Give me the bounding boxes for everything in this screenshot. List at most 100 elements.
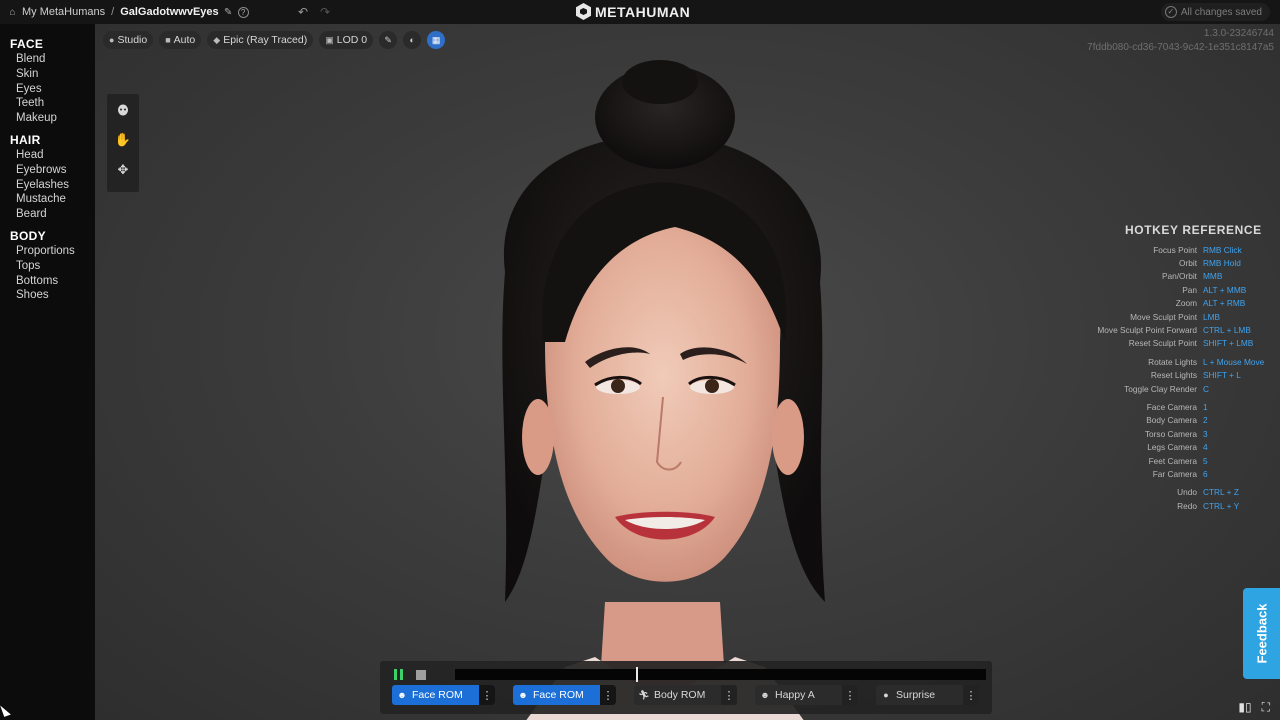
stop-button[interactable] — [416, 669, 426, 680]
timeline-scrubber[interactable] — [455, 667, 986, 682]
breadcrumb-root-link[interactable]: My MetaHumans — [22, 6, 105, 18]
more-options-icon[interactable]: ⋮ — [842, 685, 858, 705]
sidebar-item-tops[interactable]: Tops — [0, 259, 95, 274]
guid-text: 7fddb080-cd36-7043-9c42-1e351c8147a5 — [1087, 42, 1274, 53]
playhead[interactable] — [636, 667, 638, 682]
sidebar-item-shoes[interactable]: Shoes — [0, 288, 95, 303]
breadcrumb-separator: / — [111, 6, 115, 18]
hotkey-binding: CTRL + Z — [1203, 487, 1239, 498]
sidebar-item-bottoms[interactable]: Bottoms — [0, 274, 95, 289]
hotkey-action: Legs Camera — [1147, 442, 1197, 453]
animation-clip-body-rom[interactable]: 🏃︎ Body ROM ⋮ — [634, 685, 737, 705]
camera-dropdown[interactable]: ■ Auto — [159, 31, 202, 49]
animation-clip-happy-a[interactable]: ☻ Happy A ⋮ — [755, 685, 858, 705]
animation-clip-face-rom[interactable]: ☻ Face ROM ⋮ — [392, 685, 495, 705]
help-icon[interactable]: ? — [237, 6, 249, 18]
quality-dropdown[interactable]: ◆ Epic (Ray Traced) — [207, 31, 314, 49]
hotkey-binding: CTRL + LMB — [1203, 325, 1251, 336]
face-icon: ☻ — [397, 690, 407, 700]
playback-controls — [392, 668, 426, 681]
hotkey-row: Move Sculpt Point Forward CTRL + LMB — [1085, 323, 1280, 336]
hotkey-action: Rotate Lights — [1148, 356, 1197, 367]
checkmark-icon: ✓ — [1164, 6, 1177, 18]
home-icon[interactable]: ⌂ — [7, 7, 18, 18]
camera-label: Auto — [173, 34, 196, 46]
redo-icon[interactable]: ↷ — [320, 5, 330, 19]
feedback-tab[interactable]: Feedback — [1243, 588, 1280, 679]
hotkey-action: Reset Lights — [1150, 370, 1197, 381]
hotkey-row: Pan ALT + MMB — [1085, 283, 1280, 296]
sidebar-item-eyebrows[interactable]: Eyebrows — [0, 163, 95, 178]
fullscreen-icon[interactable]: ⛶ — [1262, 700, 1270, 715]
diamond-icon: ◆ — [213, 34, 221, 45]
sidebar-item-makeup[interactable]: Makeup — [0, 111, 95, 126]
lighting-dropdown[interactable]: ● Studio — [103, 31, 154, 49]
more-options-icon[interactable]: ⋮ — [479, 685, 495, 705]
brush-tool-button[interactable]: ✎ — [379, 31, 398, 49]
sidebar-item-eyelashes[interactable]: Eyelashes — [0, 178, 95, 193]
hotkey-action: Focus Point — [1153, 244, 1197, 255]
hotkey-row: Orbit RMB Hold — [1085, 256, 1280, 269]
animation-clip-label: Surprise — [896, 689, 936, 701]
edit-name-icon[interactable]: ✎ — [223, 7, 234, 18]
sidebar-item-blend[interactable]: Blend — [0, 52, 95, 67]
hotkey-binding: C — [1203, 383, 1209, 394]
animation-clip-list: ☻ Face ROM ⋮ ☻ Face ROM ⋮ 🏃︎ Body ROM ⋮ ☻ Happy A ⋮… — [392, 685, 979, 705]
face-tool-icon[interactable] — [115, 102, 131, 118]
hotkey-binding: 4 — [1203, 442, 1208, 453]
hand-move-icon[interactable]: ✋ — [115, 132, 131, 148]
hotkey-action: Reset Sculpt Point — [1128, 338, 1197, 349]
sidebar-item-head[interactable]: Head — [0, 148, 95, 163]
build-number: 1.3.0-23246744 — [1203, 28, 1274, 39]
breadcrumb-current: GalGadotwwvEyes — [120, 6, 219, 18]
lod-label: LOD 0 — [336, 34, 368, 46]
animation-clip-label: Face ROM — [412, 689, 463, 701]
sidebar-item-eyes[interactable]: Eyes — [0, 82, 95, 97]
hotkey-row: Face Camera 1 — [1085, 400, 1280, 413]
hotkey-binding: LMB — [1203, 311, 1221, 322]
video-camera-icon: ■ — [165, 35, 171, 45]
hotkey-binding: ALT + MMB — [1203, 284, 1247, 295]
more-options-icon[interactable]: ⋮ — [963, 685, 979, 705]
hotkey-binding: MMB — [1203, 271, 1223, 282]
pause-button[interactable] — [392, 668, 405, 681]
stats-icon[interactable]: ▮▯ — [1238, 700, 1251, 715]
more-options-icon[interactable]: ⋮ — [721, 685, 737, 705]
metahuman-character-render — [502, 60, 825, 720]
sidebar-section-title: FACE — [10, 37, 44, 51]
cube-icon: ▣ — [325, 34, 334, 45]
brush-icon: ✎ — [384, 34, 392, 45]
animation-clip-label: Body ROM — [654, 689, 706, 701]
viewport-3d[interactable]: ● Studio ■ Auto ◆ Epic (Ray Traced) ▣ LO… — [95, 24, 1280, 720]
save-status: ✓ All changes saved — [1160, 3, 1270, 21]
hotkey-action: Redo — [1177, 500, 1197, 511]
animation-clip-face-rom[interactable]: ☻ Face ROM ⋮ — [513, 685, 616, 705]
lod-dropdown[interactable]: ▣ LOD 0 — [319, 31, 374, 49]
move-arrows-icon[interactable]: ✥ — [115, 162, 131, 178]
sidebar-item-teeth[interactable]: Teeth — [0, 96, 95, 111]
hotkey-row: Reset Lights SHIFT + L — [1085, 369, 1280, 382]
undo-icon[interactable]: ↶ — [298, 5, 308, 19]
more-options-icon[interactable]: ⋮ — [600, 685, 616, 705]
viewport-toolbar: ● Studio ■ Auto ◆ Epic (Ray Traced) ▣ LO… — [103, 31, 446, 49]
hotkey-action: Undo — [1177, 487, 1197, 498]
hotkey-row: Rotate Lights L + Mouse Move — [1085, 355, 1280, 368]
hotkey-row: Body Camera 2 — [1085, 414, 1280, 427]
hotkey-row: Legs Camera 4 — [1085, 440, 1280, 453]
animation-clip-surprise[interactable]: ● Surprise ⋮ — [876, 685, 979, 705]
sidebar-section-title: HAIR — [10, 132, 41, 147]
hotkey-action: Body Camera — [1146, 415, 1197, 426]
sidebar-section-hair: HAIR Head Eyebrows Eyelashes Mustache Beard — [0, 133, 95, 222]
hotkey-list: Focus Point RMB Click Orbit RMB Hold Pan/Orb… — [1085, 243, 1280, 512]
hotkey-row: Far Camera 6 — [1085, 467, 1280, 480]
sculpt-tool-panel: ✋ ✥ — [107, 94, 139, 192]
hotkey-action: Move Sculpt Point Forward — [1097, 325, 1197, 336]
sidebar-item-beard[interactable]: Beard — [0, 207, 95, 222]
hotkey-row: Focus Point RMB Click — [1085, 243, 1280, 256]
sidebar-item-skin[interactable]: Skin — [0, 67, 95, 82]
clay-render-button[interactable]: ◐ — [403, 31, 422, 49]
sidebar-item-proportions[interactable]: Proportions — [0, 244, 95, 259]
hotkey-binding: 6 — [1203, 468, 1208, 479]
sidebar-item-mustache[interactable]: Mustache — [0, 192, 95, 207]
metahuman-logo-icon — [576, 3, 591, 20]
